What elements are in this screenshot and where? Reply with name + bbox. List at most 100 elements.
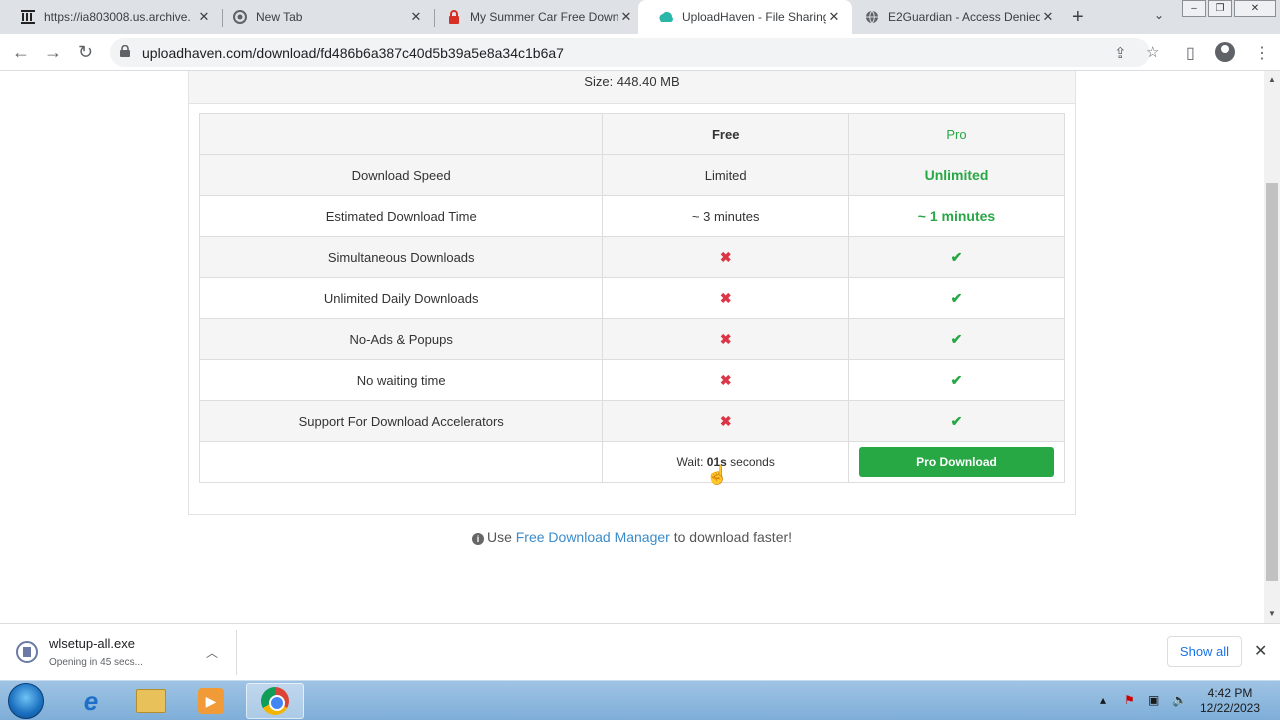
tab-title: New Tab [256, 10, 303, 24]
feature-label: Estimated Download Time [198, 195, 604, 237]
close-icon[interactable]: ✕ [826, 9, 842, 25]
tray-expand-icon[interactable]: ▴ [1100, 693, 1106, 707]
lock-red-icon [446, 9, 462, 25]
close-icon[interactable]: ✕ [408, 9, 424, 25]
page-scrollbar[interactable]: ▲ ▼ [1264, 71, 1280, 623]
free-download-manager-link[interactable]: Free Download Manager [516, 529, 670, 545]
archive-icon [20, 9, 36, 25]
tab-title: https://ia803008.us.archive. [44, 10, 191, 24]
shelf-divider [236, 630, 237, 675]
pro-download-button[interactable]: Pro Download [859, 447, 1054, 477]
feature-label: No waiting time [198, 359, 604, 401]
installer-file-icon[interactable] [16, 641, 38, 663]
feature-label: Support For Download Accelerators [198, 400, 604, 442]
volume-muted-icon[interactable]: 🔈 [1172, 693, 1187, 707]
tab-title: UploadHaven - File Sharing [682, 10, 826, 24]
close-shelf-icon[interactable]: ✕ [1254, 641, 1267, 661]
download-filename[interactable]: wlsetup-all.exe [49, 636, 135, 651]
reload-icon[interactable]: ↻ [78, 42, 93, 63]
tab-archive[interactable]: https://ia803008.us.archive. ✕ [0, 0, 222, 34]
table-row: Estimated Download Time ~ 3 minutes ~ 1 … [198, 195, 1065, 237]
pro-value: Unlimited [848, 154, 1065, 196]
address-bar[interactable]: uploadhaven.com/download/fd486b6a387c40d… [110, 38, 1159, 67]
url-text[interactable]: uploadhaven.com/download/fd486b6a387c40d… [142, 45, 564, 61]
file-explorer-icon[interactable] [124, 683, 178, 719]
hint-prefix: Use [486, 529, 516, 545]
profile-avatar[interactable] [1215, 42, 1235, 62]
tab-strip: https://ia803008.us.archive. ✕ New Tab ✕… [0, 0, 1280, 34]
header-pro: Pro [848, 113, 1065, 155]
feature-label: Download Speed [198, 154, 604, 196]
table-row: Support For Download Accelerators ✖ ✔ [198, 400, 1065, 442]
show-all-button[interactable]: Show all [1167, 636, 1242, 667]
uploadhaven-icon [658, 9, 674, 25]
restore-icon[interactable]: ❐ [1208, 0, 1232, 17]
network-icon[interactable]: ▣ [1148, 693, 1159, 707]
start-button-icon[interactable] [8, 683, 44, 719]
media-player-icon[interactable]: ▶ [184, 683, 238, 719]
x-icon: ✖ [602, 236, 850, 278]
menu-kebab-icon[interactable]: ⋮ [1254, 43, 1270, 63]
new-tab-icon[interactable]: + [1072, 6, 1084, 29]
close-icon[interactable]: ✕ [1040, 9, 1056, 25]
table-row: No-Ads & Popups ✖ ✔ [198, 318, 1065, 360]
scroll-down-icon[interactable]: ▼ [1268, 609, 1276, 618]
back-icon[interactable]: ← [12, 42, 30, 63]
check-icon: ✔ [848, 359, 1065, 401]
tab-new-tab[interactable]: New Tab ✕ [212, 0, 434, 34]
hand-cursor-icon: ☝ [706, 465, 729, 485]
side-panel-icon[interactable]: ▯ [1186, 43, 1195, 63]
free-value: Limited [602, 154, 850, 196]
minimize-icon[interactable]: – [1182, 0, 1206, 17]
check-icon: ✔ [848, 318, 1065, 360]
check-icon: ✔ [848, 400, 1065, 442]
share-icon[interactable]: ⇪ [1114, 44, 1127, 62]
check-icon: ✔ [848, 277, 1065, 319]
download-status: Opening in 45 secs... [49, 657, 143, 668]
tab-e2guardian[interactable]: E2Guardian - Access Denied ✕ [844, 0, 1066, 34]
scroll-up-icon[interactable]: ▲ [1268, 75, 1276, 84]
scrollbar-thumb[interactable] [1266, 183, 1278, 581]
wait-prefix: Wait: [676, 455, 707, 469]
windows-taskbar: e ▶ ▴ ⚑ ▣ 🔈 4:42 PM 12/22/2023 [0, 680, 1280, 720]
table-row: No waiting time ✖ ✔ [198, 359, 1065, 401]
chrome-taskbar-icon[interactable] [246, 683, 304, 719]
tab-search-chevron-icon[interactable]: ⌄ [1154, 8, 1164, 22]
file-size: Size: 448.40 MB [189, 71, 1075, 104]
hint-suffix: to download faster! [669, 529, 793, 545]
empty-cell [198, 441, 604, 483]
x-icon: ✖ [602, 277, 850, 319]
feature-label: No-Ads & Popups [198, 318, 604, 360]
page-content: Size: 448.40 MB Free Pro Download Speed … [0, 71, 1264, 623]
table-header-row: Free Pro [198, 113, 1065, 155]
x-icon: ✖ [602, 359, 850, 401]
chevron-up-icon[interactable]: ︿ [206, 644, 218, 661]
table-row: Unlimited Daily Downloads ✖ ✔ [198, 277, 1065, 319]
feature-label: Unlimited Daily Downloads [198, 277, 604, 319]
close-icon[interactable]: ✕ [196, 9, 212, 25]
window-close-icon[interactable]: ✕ [1234, 0, 1276, 17]
check-icon: ✔ [848, 236, 1065, 278]
system-clock[interactable]: 4:42 PM 12/22/2023 [1196, 686, 1264, 716]
download-shelf: wlsetup-all.exe Opening in 45 secs... ︿ … [0, 623, 1280, 680]
free-value: ~ 3 minutes [602, 195, 850, 237]
info-icon: i [471, 533, 484, 545]
action-center-icon[interactable]: ⚑ [1124, 693, 1135, 707]
close-icon[interactable]: ✕ [618, 9, 634, 25]
forward-icon[interactable]: → [44, 42, 62, 63]
table-row: Simultaneous Downloads ✖ ✔ [198, 236, 1065, 278]
action-row: Wait: 01s seconds Pro Download [198, 441, 1065, 483]
feature-label: Simultaneous Downloads [198, 236, 604, 278]
bookmark-star-icon[interactable]: ☆ [1146, 43, 1159, 61]
lock-icon[interactable] [120, 44, 130, 60]
header-feature [198, 113, 604, 155]
x-icon: ✖ [602, 400, 850, 442]
window-controls: – ❐ ✕ [1180, 0, 1276, 17]
browser-toolbar: ← → ↻ uploadhaven.com/download/fd486b6a3… [0, 34, 1280, 71]
tab-uploadhaven[interactable]: UploadHaven - File Sharing ✕ [638, 0, 852, 34]
table-row: Download Speed Limited Unlimited [198, 154, 1065, 196]
clock-date: 12/22/2023 [1199, 701, 1261, 715]
tab-my-summer-car[interactable]: My Summer Car Free Down ✕ [426, 0, 644, 34]
download-card: Size: 448.40 MB Free Pro Download Speed … [188, 71, 1076, 515]
internet-explorer-icon[interactable]: e [64, 683, 118, 719]
